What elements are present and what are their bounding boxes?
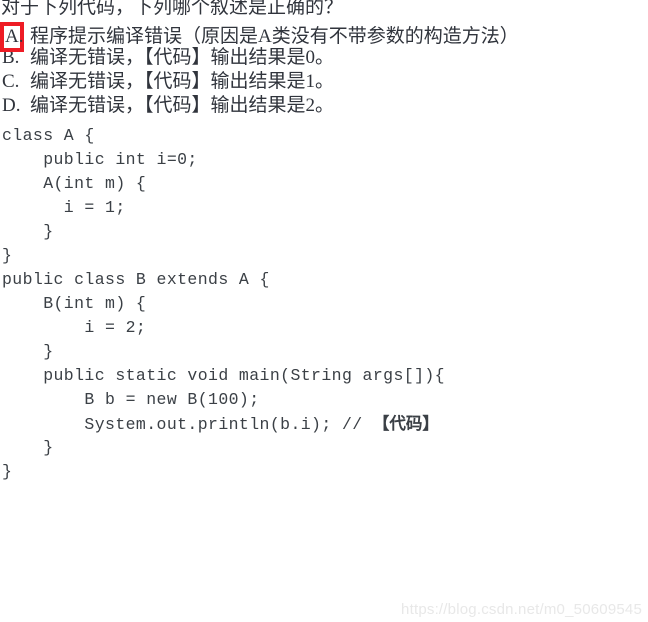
code-line-text: public class B extends A { [2,270,270,289]
code-line: i = 1; [2,196,445,220]
code-line: B b = new B(100); [2,388,445,412]
option-b-text: 编译无错误，【代码】输出结果是0。 [30,47,335,68]
option-d-label: D. [2,95,21,116]
code-line: i = 2; [2,316,445,340]
code-line: B(int m) { [2,292,445,316]
code-line: } [2,436,445,460]
code-comment-cjk: 【代码】 [372,414,439,433]
code-line-text: A(int m) { [2,174,147,193]
option-c-text: 编译无错误，【代码】输出结果是1。 [30,71,335,92]
code-line: } [2,220,445,244]
code-line: } [2,460,445,484]
option-row-c[interactable]: C. 编译无错误，【代码】输出结果是1。 [0,70,334,94]
code-line-text: B b = new B(100); [2,390,260,409]
code-line: A(int m) { [2,172,445,196]
code-line-text: class A { [2,126,95,145]
code-line: public static void main(String args[]){ [2,364,445,388]
code-line-text: public int i=0; [2,150,198,169]
code-line-text: } [2,342,54,361]
option-d-row[interactable]: D. 编译无错误，【代码】输出结果是2。 [0,94,334,118]
code-line: public int i=0; [2,148,445,172]
code-line: public class B extends A { [2,268,445,292]
code-line-text: public static void main(String args[]){ [2,366,445,385]
code-line-text: i = 2; [2,318,147,337]
code-line: System.out.println(b.i); // 【代码】 [2,412,445,436]
code-line: } [2,244,445,268]
code-line-text: B(int m) { [2,294,147,313]
code-line-text: } [2,222,54,241]
code-line: } [2,340,445,364]
code-line-text: } [2,246,13,265]
code-line: class A { [2,124,445,148]
code-line-text: i = 1; [2,198,126,217]
option-c-label: C. [2,71,20,92]
code-line-text: System.out.println(b.i); // [2,415,373,434]
csdn-watermark: https://blog.csdn.net/m0_50609545 [401,601,642,618]
java-code-block: class A { public int i=0; A(int m) { i =… [2,124,445,484]
code-line-text: } [2,462,13,481]
option-a-label-highlighted[interactable]: A. [0,22,24,52]
question-title: 对于下列代码，下列哪个叙述是正确的？ [1,0,344,18]
option-d-text: 编译无错误，【代码】输出结果是2。 [30,95,335,116]
code-line-text: } [2,438,54,457]
option-row-b[interactable]: B. 编译无错误，【代码】输出结果是0。 [0,46,334,70]
